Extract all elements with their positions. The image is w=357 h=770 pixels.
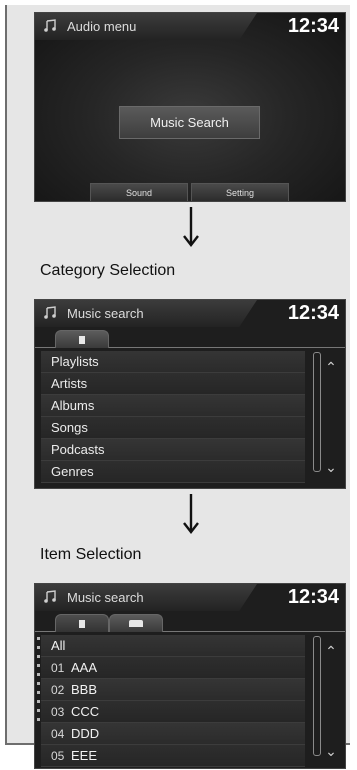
tab-category[interactable] [55, 614, 109, 632]
item-label: CCC [71, 704, 100, 719]
double-chevron-down-icon[interactable]: ⌄ [324, 460, 338, 474]
item-number: 03 [51, 704, 65, 719]
scrollbar[interactable] [313, 352, 321, 472]
tab-category-icon [79, 619, 85, 628]
music-search-button[interactable]: Music Search [119, 106, 260, 139]
tab-category-icon [79, 335, 85, 344]
manual-panel: Audio menu 12:34 Music Search Sound Sett… [5, 5, 350, 769]
list-item[interactable]: 03 CCC [41, 701, 305, 723]
title-bar: Music search 12:34 [35, 584, 345, 612]
item-list: All 01 AAA 02 BBB 03 CCC 04 DDD 05 EEE [41, 635, 305, 767]
category-selection-caption: Category Selection [40, 262, 176, 279]
list-item[interactable]: Playlists [41, 351, 305, 373]
category-selection-screen: Music search 12:34 Playlists Artists Alb… [34, 299, 346, 489]
item-selection-caption: Item Selection [40, 546, 142, 563]
down-arrow-icon [183, 494, 199, 534]
list-item[interactable]: Artists [41, 373, 305, 395]
item-label: BBB [71, 682, 98, 697]
audio-menu-screen: Audio menu 12:34 Music Search Sound Sett… [34, 12, 346, 202]
double-chevron-up-icon[interactable]: ⌃ [324, 360, 338, 374]
item-label: All [51, 638, 66, 653]
item-number: 05 [51, 748, 65, 763]
item-number: 01 [51, 660, 65, 675]
list-item[interactable]: All [41, 635, 305, 657]
music-note-icon [44, 590, 56, 603]
setting-button[interactable]: Setting [191, 183, 289, 201]
list-item[interactable]: Songs [41, 417, 305, 439]
list-item[interactable]: Podcasts [41, 439, 305, 461]
item-number: 02 [51, 682, 65, 697]
music-note-icon [44, 19, 56, 32]
scrollbar[interactable] [313, 636, 321, 756]
title-bar: Audio menu 12:34 [35, 13, 345, 41]
category-list: Playlists Artists Albums Songs Podcasts … [41, 351, 305, 483]
double-chevron-down-icon[interactable]: ⌄ [324, 744, 338, 758]
item-number: 04 [51, 726, 65, 741]
list-item[interactable]: 01 AAA [41, 657, 305, 679]
tab-category[interactable] [55, 330, 109, 348]
down-arrow-icon [183, 207, 199, 247]
tab-item-icon [129, 620, 143, 627]
clock: 12:34 [287, 302, 339, 324]
list-item[interactable]: 05 EEE [41, 745, 305, 767]
tab-row [35, 328, 345, 348]
tab-item[interactable] [109, 614, 163, 632]
item-label: EEE [71, 748, 98, 763]
list-item[interactable]: 02 BBB [41, 679, 305, 701]
title-bar: Music search 12:34 [35, 300, 345, 328]
list-item[interactable]: Genres [41, 461, 305, 483]
screen-title: Audio menu [67, 19, 137, 34]
screen-title: Music search [67, 306, 144, 321]
clock: 12:34 [287, 15, 339, 37]
sound-button[interactable]: Sound [90, 183, 188, 201]
music-note-icon [44, 306, 56, 319]
item-label: DDD [71, 726, 100, 741]
list-item[interactable]: 04 DDD [41, 723, 305, 745]
double-chevron-up-icon[interactable]: ⌃ [324, 644, 338, 658]
clock: 12:34 [287, 586, 339, 608]
list-item[interactable]: Albums [41, 395, 305, 417]
tab-row [35, 612, 345, 632]
item-label: AAA [71, 660, 98, 675]
item-selection-screen: Music search 12:34 All 01 AAA 02 BBB 03 … [34, 583, 346, 769]
screen-title: Music search [67, 590, 144, 605]
